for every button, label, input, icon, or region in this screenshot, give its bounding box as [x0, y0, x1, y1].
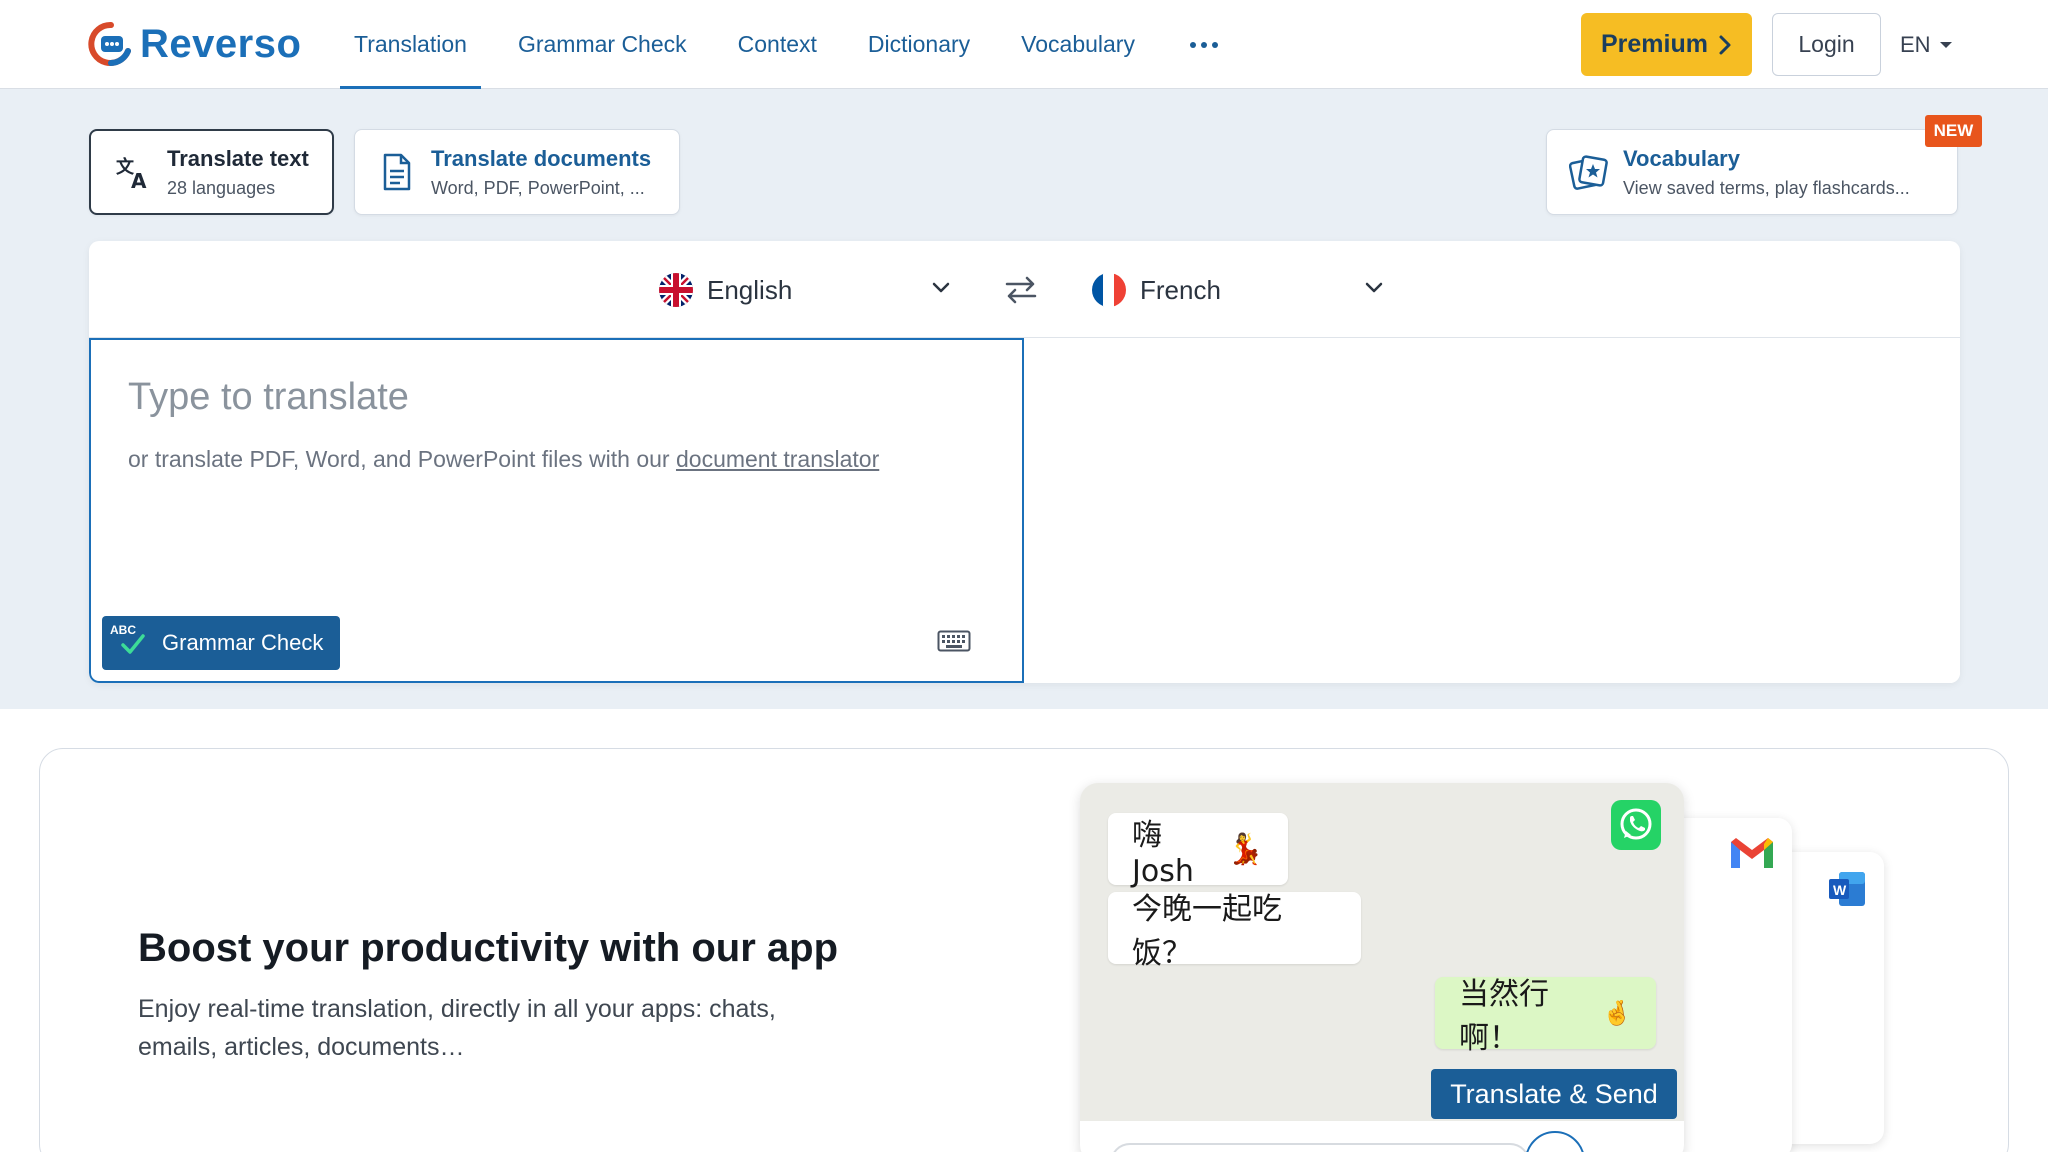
- chat-message-2: 今晚一起吃饭？: [1108, 892, 1361, 971]
- chat-app-mockup: 嗨Josh 💃 今晚一起吃饭？ 当然行啊！ 🤞 Translate & Send: [1080, 783, 1684, 1152]
- chat-message-field: [1110, 1143, 1530, 1152]
- new-badge: NEW: [1925, 115, 1982, 147]
- reverso-send-icon: [1525, 1131, 1585, 1152]
- word-icon: W: [1827, 870, 1867, 913]
- translate-text-card[interactable]: 文 A Translate text 28 languages: [89, 129, 334, 215]
- translate-documents-subtitle: Word, PDF, PowerPoint, ...: [431, 177, 645, 198]
- nav-dictionary[interactable]: Dictionary: [854, 0, 984, 89]
- flashcards-icon: [1569, 152, 1609, 192]
- whatsapp-icon: [1611, 800, 1661, 855]
- logo-wordmark: Reverso: [140, 21, 302, 66]
- document-hint: or translate PDF, Word, and PowerPoint f…: [128, 446, 879, 473]
- document-icon: [377, 152, 417, 192]
- translate-text-subtitle: 28 languages: [167, 177, 276, 198]
- target-language-select[interactable]: French: [1092, 265, 1392, 315]
- chevron-right-icon: [1719, 35, 1731, 54]
- ellipsis-icon[interactable]: [1182, 0, 1226, 89]
- chat-input-bar: [1080, 1121, 1684, 1152]
- svg-text:W: W: [1833, 882, 1847, 898]
- chat-message-3-text: 当然行啊！: [1459, 977, 1549, 1056]
- svg-text:A: A: [131, 169, 147, 191]
- target-language-label: French: [1140, 274, 1221, 305]
- chevron-down-icon: [1365, 282, 1383, 293]
- gmail-icon: [1728, 834, 1776, 877]
- translator-panel: English French Type to translate or tran…: [89, 241, 1960, 683]
- vocabulary-card[interactable]: Vocabulary View saved terms, play flashc…: [1546, 129, 1958, 215]
- nav-translation[interactable]: Translation: [340, 0, 481, 90]
- promo-subtitle: Enjoy real-time translation, directly in…: [138, 995, 776, 1061]
- swap-icon[interactable]: [1001, 271, 1041, 309]
- translate-and-send-button[interactable]: Translate & Send: [1431, 1069, 1677, 1119]
- nav-grammar-check[interactable]: Grammar Check: [504, 0, 701, 89]
- grammar-check-label: Grammar Check: [162, 630, 324, 655]
- vocabulary-title: Vocabulary: [1623, 145, 1740, 171]
- translation-output: [1024, 338, 1960, 683]
- language-bar: English French: [89, 241, 1960, 338]
- source-language-label: English: [707, 274, 793, 305]
- premium-button-label: Premium: [1601, 30, 1708, 58]
- interface-language-label: EN: [1900, 31, 1931, 57]
- nav-vocabulary[interactable]: Vocabulary: [1007, 0, 1149, 89]
- reverso-logo-icon: [88, 21, 134, 67]
- chevron-down-icon: [932, 282, 950, 293]
- nav-context[interactable]: Context: [724, 0, 831, 89]
- top-navigation-bar: Reverso Translation Grammar Check Contex…: [0, 0, 2048, 90]
- document-hint-text: or translate PDF, Word, and PowerPoint f…: [128, 446, 670, 472]
- translate-text-title: Translate text: [167, 145, 309, 171]
- interface-language-selector[interactable]: EN: [1900, 13, 1952, 76]
- uk-flag-icon: [659, 273, 693, 307]
- source-placeholder: Type to translate: [128, 376, 409, 418]
- keyboard-icon[interactable]: [937, 630, 971, 657]
- caret-down-icon: [1939, 41, 1952, 48]
- translate-icon: 文 A: [113, 152, 153, 192]
- crossed-fingers-emoji-icon: 🤞: [1602, 999, 1632, 1027]
- translate-documents-title: Translate documents: [431, 145, 652, 171]
- grammar-check-button[interactable]: ABC Grammar Check: [102, 616, 340, 670]
- source-language-select[interactable]: English: [659, 265, 959, 315]
- premium-button[interactable]: Premium: [1581, 13, 1752, 76]
- checkmark-icon: [121, 634, 145, 654]
- chat-message-3: 当然行啊！ 🤞: [1435, 977, 1656, 1056]
- reverso-logo[interactable]: Reverso: [88, 20, 301, 68]
- source-text-input[interactable]: Type to translate or translate PDF, Word…: [89, 338, 1024, 683]
- promo-title: Boost your productivity with our app: [138, 926, 838, 970]
- document-translator-link[interactable]: document translator: [676, 446, 879, 472]
- chat-message-1: 嗨Josh 💃: [1108, 813, 1288, 889]
- translate-documents-card[interactable]: Translate documents Word, PDF, PowerPoin…: [354, 129, 680, 215]
- france-flag-icon: [1092, 273, 1126, 307]
- login-button[interactable]: Login: [1772, 13, 1881, 76]
- main-nav: Translation Grammar Check Context Dictio…: [340, 0, 1226, 90]
- vocabulary-subtitle: View saved terms, play flashcards...: [1623, 177, 1910, 198]
- dancer-emoji-icon: 💃: [1226, 831, 1264, 867]
- chat-message-1-text: 嗨Josh: [1132, 817, 1194, 889]
